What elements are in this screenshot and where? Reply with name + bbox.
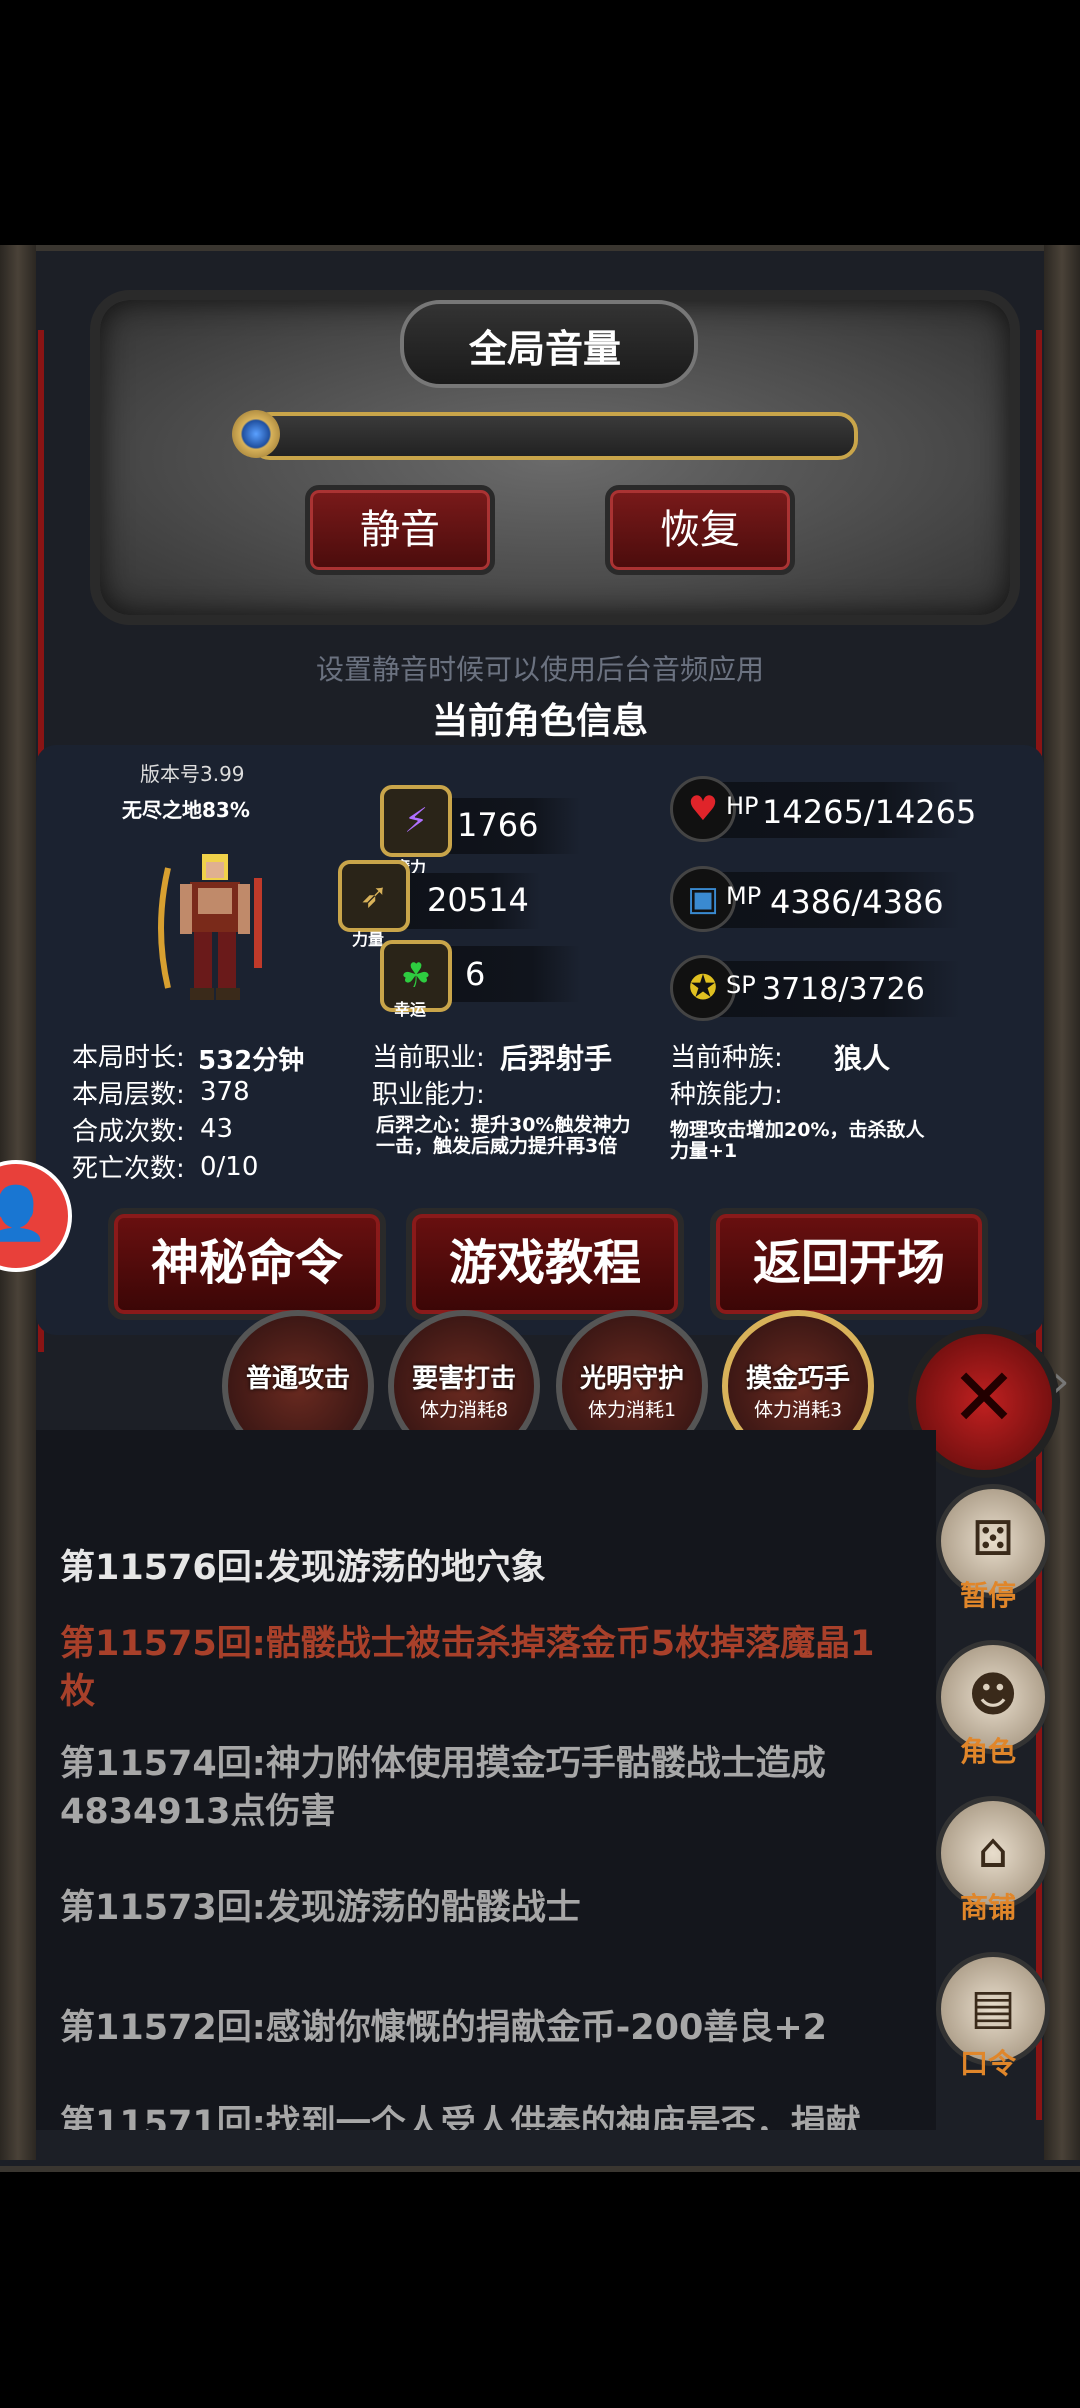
race-value: 狼人 — [834, 1042, 891, 1075]
hp-value: 14265/14265 — [762, 793, 977, 831]
log-entry: 第11571回:找到一个人受人供奉的神庙是否，捐献 — [60, 2104, 861, 2130]
lightning-icon: ⚡ — [380, 785, 452, 857]
volume-slider-knob[interactable] — [232, 410, 280, 458]
mute-button[interactable]: 静音 — [305, 485, 495, 575]
luck-value: 6 — [465, 955, 486, 993]
luck-caption: 幸运 — [394, 1000, 427, 1019]
right-frame-border — [1044, 245, 1080, 2160]
craft-count-label: 合成次数: — [72, 1117, 185, 1147]
craft-count-value: 43 — [200, 1114, 234, 1144]
shop-label[interactable]: 商铺 — [936, 1886, 1040, 1926]
volume-title: 全局音量 — [468, 327, 621, 371]
log-entry: 第11572回:感谢你慷慨的捐献金币-200善良+2 — [60, 2008, 828, 2048]
sp-value: 3718/3726 — [762, 972, 925, 1007]
floor-label: 本局层数: — [72, 1080, 185, 1110]
character-label[interactable]: 角色 — [936, 1730, 1040, 1770]
mp-value: 4386/4386 — [770, 883, 944, 921]
class-ability-text: 后羿之心：提升30%触发神力一击，触发后威力提升再3倍 — [376, 1114, 631, 1157]
tutorial-button[interactable]: 游戏教程 — [406, 1208, 684, 1320]
run-time-value: 532分钟 — [198, 1046, 305, 1076]
race-ability-label: 种族能力: — [670, 1080, 783, 1110]
hp-label: HP — [726, 792, 759, 820]
restore-button[interactable]: 恢复 — [605, 485, 795, 575]
mp-label: MP — [726, 882, 762, 910]
race-label: 当前种族: — [670, 1043, 783, 1073]
character-sprite — [158, 854, 262, 1000]
chevron-right-icon[interactable]: › — [1052, 1356, 1070, 1407]
crossbow-icon: ➶ — [338, 860, 410, 932]
magic-value: 1766 — [457, 806, 539, 844]
pause-label[interactable]: 暂停 — [936, 1574, 1040, 1614]
password-label[interactable]: 口令 — [936, 2042, 1040, 2082]
character-info-title: 当前角色信息 — [431, 701, 648, 742]
death-count-label: 死亡次数: — [72, 1154, 185, 1184]
class-ability-label: 职业能力: — [372, 1080, 485, 1110]
floor-value: 378 — [200, 1077, 250, 1107]
version-label: 版本号3.99 — [140, 762, 245, 786]
death-count-value: 0/10 — [200, 1152, 259, 1182]
sp-label: SP — [726, 971, 756, 999]
log-entry: 第11574回:神力附体使用摸金巧手骷髅战士造成4834913点伤害 — [60, 1744, 826, 1832]
volume-slider[interactable] — [250, 412, 858, 460]
return-to-start-button[interactable]: 返回开场 — [710, 1208, 988, 1320]
race-ability-text: 物理攻击增加20%，击杀敌人力量+1 — [670, 1119, 925, 1162]
strength-value: 20514 — [427, 881, 529, 919]
strength-caption: 力量 — [352, 930, 385, 949]
log-entry: 第11573回:发现游荡的骷髅战士 — [60, 1888, 581, 1928]
secret-command-button[interactable]: 神秘命令 — [108, 1208, 386, 1320]
mute-hint: 设置静音时候可以使用后台音频应用 — [315, 653, 764, 686]
skills-bar — [36, 1352, 1044, 1430]
log-entry: 第11575回:骷髅战士被击杀掉落金币5枚掉落魔晶1枚 — [60, 1624, 875, 1712]
class-value: 后羿射手 — [500, 1042, 613, 1075]
run-time-label: 本局时长: — [72, 1043, 185, 1073]
mode-progress: 无尽之地83% — [122, 798, 250, 822]
class-label: 当前职业: — [372, 1043, 485, 1073]
log-entry: 第11576回:发现游荡的地穴象 — [60, 1548, 546, 1588]
